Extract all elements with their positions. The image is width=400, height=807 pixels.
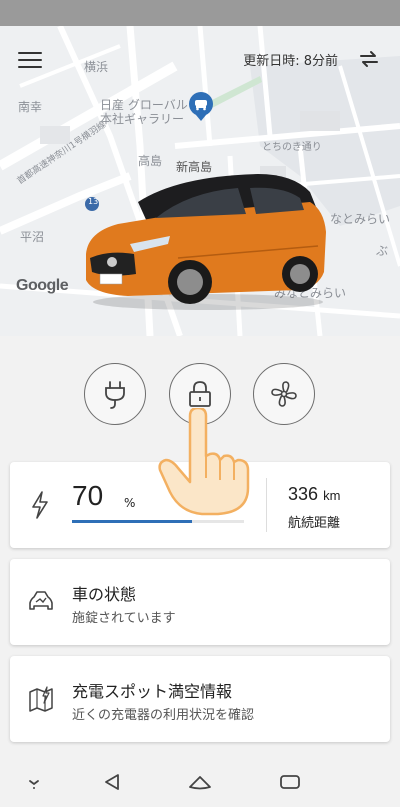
map-label-tochinoki: とちのき通り [262,142,322,153]
plug-icon [105,381,125,409]
system-nav-bar [0,757,400,807]
lock-icon [189,381,211,407]
charging-spot-map-icon [29,686,53,712]
battery-level-fill [72,520,193,523]
vehicle-status-subtitle: 施錠されています [72,611,176,626]
charge-button[interactable] [84,363,146,425]
back-icon[interactable] [98,771,126,793]
home-icon[interactable] [186,771,214,793]
range-value-line: 336 km [288,484,340,505]
range-unit: km [323,488,341,503]
charging-spot-title: 充電スポット満空情報 [72,682,233,701]
battery-percent-unit: % [124,496,136,510]
last-updated-label: 更新日時: 8分前 [243,54,338,69]
tap-hand-icon [158,408,250,516]
car-image [86,174,326,310]
map-label-minatomirai-right: なとみらい [330,212,391,226]
status-bar [0,0,400,26]
range-value: 336 [288,484,319,504]
battery-percent: 70 [72,480,104,511]
vehicle-status-title: 車の状態 [72,585,137,604]
menu-icon[interactable] [18,50,44,70]
range-label: 航続距離 [288,516,341,531]
recent-apps-icon[interactable] [276,771,304,793]
google-attribution: Google [16,277,69,294]
refresh-icon[interactable] [356,46,382,72]
map-label-nankou: 南幸 [18,100,43,114]
charging-spot-subtitle: 近くの充電器の利用状況を確認 [72,708,255,723]
map-label-hiranuma: 平沼 [20,230,45,244]
hide-keyboard-icon[interactable] [20,771,48,793]
top-bar: 更新日時: 8分前 [0,40,400,76]
charging-spot-card[interactable]: 充電スポット満空情報 近くの充電器の利用状況を確認 [10,656,390,742]
car-status-icon [29,591,53,610]
bolt-icon [32,491,48,519]
map-label-nissan-hq: 日産 グローバル 本社ギャラリー [100,98,188,126]
vehicle-status-card[interactable]: 車の状態 施錠されています [10,559,390,645]
map-label-bu: ぶ [376,244,389,258]
battery-level-bar [72,520,244,523]
vehicle-location-pin-icon[interactable] [186,91,216,121]
fan-icon [271,381,297,407]
